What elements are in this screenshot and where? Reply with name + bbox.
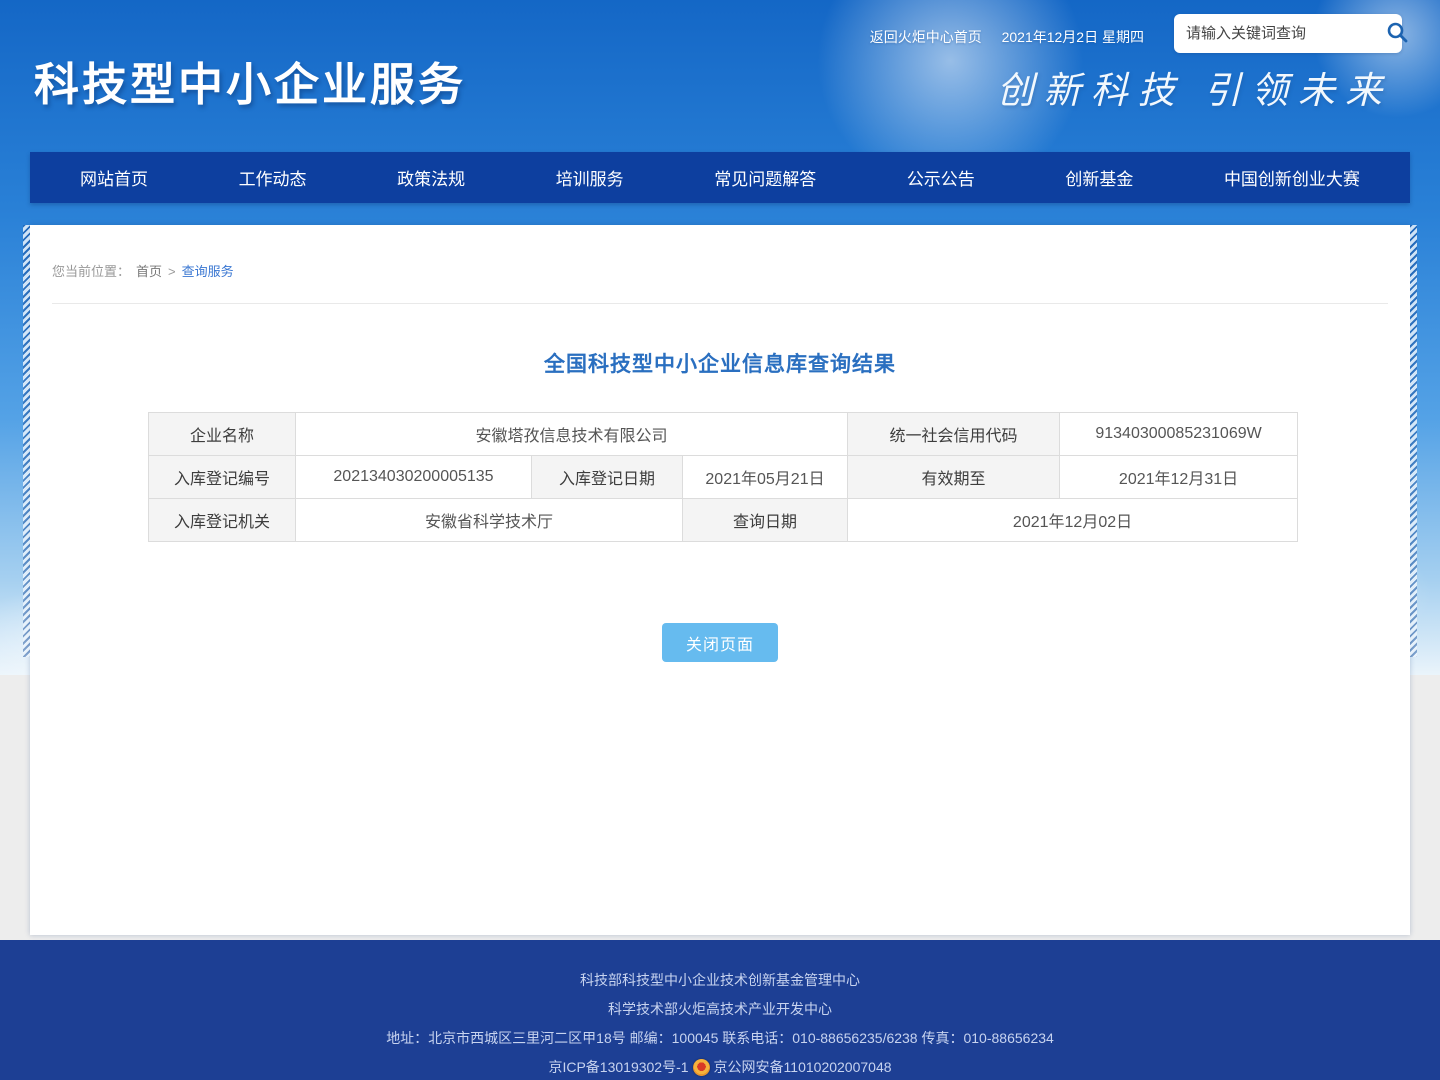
table-row: 入库登记编号 202134030200005135 入库登记日期 2021年05… bbox=[149, 456, 1298, 499]
nav-item-policies[interactable]: 政策法规 bbox=[387, 165, 475, 190]
credit-code-label: 统一社会信用代码 bbox=[848, 413, 1060, 456]
result-table: 企业名称 安徽塔孜信息技术有限公司 统一社会信用代码 9134030008523… bbox=[148, 412, 1298, 542]
search-input[interactable] bbox=[1186, 25, 1385, 42]
company-name-value: 安徽塔孜信息技术有限公司 bbox=[296, 413, 848, 456]
footer-contact-line: 地址：北京市西城区三里河二区甲18号 邮编：100045 联系电话：010-88… bbox=[0, 1024, 1440, 1053]
table-row: 入库登记机关 安徽省科学技术厅 查询日期 2021年12月02日 bbox=[149, 499, 1298, 542]
police-badge-icon bbox=[693, 1059, 710, 1076]
registration-date-label: 入库登记日期 bbox=[532, 456, 683, 499]
registration-authority-label: 入库登记机关 bbox=[149, 499, 296, 542]
breadcrumb: 您当前位置： 首页 > 查询服务 bbox=[30, 225, 1410, 280]
footer-org-line-1: 科技部科技型中小企业技术创新基金管理中心 bbox=[0, 966, 1440, 995]
site-footer: 科技部科技型中小企业技术创新基金管理中心 科学技术部火炬高技术产业开发中心 地址… bbox=[0, 940, 1440, 1080]
registration-number-value: 202134030200005135 bbox=[296, 456, 532, 499]
close-page-button[interactable]: 关闭页面 bbox=[662, 623, 778, 662]
company-name-label: 企业名称 bbox=[149, 413, 296, 456]
search-icon bbox=[1385, 20, 1409, 47]
nav-item-faq[interactable]: 常见问题解答 bbox=[704, 165, 826, 190]
header-top-links: 返回火炬中心首页 2021年12月2日 星期四 bbox=[870, 27, 1144, 47]
registration-date-value: 2021年05月21日 bbox=[683, 456, 848, 499]
registration-authority-value: 安徽省科学技术厅 bbox=[296, 499, 683, 542]
button-row: 关闭页面 bbox=[30, 623, 1410, 662]
breadcrumb-home-link[interactable]: 首页 bbox=[136, 264, 162, 279]
nav-item-innovation-fund[interactable]: 创新基金 bbox=[1055, 165, 1143, 190]
nav-item-home[interactable]: 网站首页 bbox=[70, 165, 158, 190]
nav-item-work-news[interactable]: 工作动态 bbox=[229, 165, 317, 190]
nav-item-training[interactable]: 培训服务 bbox=[546, 165, 634, 190]
footer-org-line-2: 科学技术部火炬高技术产业开发中心 bbox=[0, 995, 1440, 1024]
footer-record-line: 京ICP备13019302号-1 京公网安备11010202007048 bbox=[0, 1053, 1440, 1080]
breadcrumb-divider bbox=[52, 303, 1388, 304]
query-date-label: 查询日期 bbox=[683, 499, 848, 542]
breadcrumb-separator: > bbox=[168, 264, 176, 279]
back-to-torch-center-link[interactable]: 返回火炬中心首页 bbox=[870, 29, 982, 45]
content-panel: 您当前位置： 首页 > 查询服务 全国科技型中小企业信息库查询结果 企业名称 安徽塔孜… bbox=[30, 225, 1410, 935]
nav-item-announcements[interactable]: 公示公告 bbox=[897, 165, 985, 190]
valid-until-value: 2021年12月31日 bbox=[1060, 456, 1298, 499]
valid-until-label: 有效期至 bbox=[848, 456, 1060, 499]
credit-code-value: 91340300085231069W bbox=[1060, 413, 1298, 456]
page-title: 全国科技型中小企业信息库查询结果 bbox=[30, 348, 1410, 378]
breadcrumb-current-link[interactable]: 查询服务 bbox=[182, 264, 234, 279]
registration-number-label: 入库登记编号 bbox=[149, 456, 296, 499]
nav-item-competition[interactable]: 中国创新创业大赛 bbox=[1214, 165, 1370, 190]
main-nav: 网站首页 工作动态 政策法规 培训服务 常见问题解答 公示公告 创新基金 中国创… bbox=[30, 152, 1410, 203]
search-button[interactable] bbox=[1385, 20, 1409, 47]
table-row: 企业名称 安徽塔孜信息技术有限公司 统一社会信用代码 9134030008523… bbox=[149, 413, 1298, 456]
query-date-value: 2021年12月02日 bbox=[848, 499, 1298, 542]
search-box[interactable] bbox=[1174, 14, 1402, 53]
header-slogan: 创新科技 引领未来 bbox=[997, 60, 1392, 114]
breadcrumb-prefix: 您当前位置： bbox=[52, 264, 130, 279]
icp-record-link[interactable]: 京ICP备13019302号-1 bbox=[548, 1053, 688, 1080]
header-date: 2021年12月2日 星期四 bbox=[1002, 29, 1144, 45]
police-record-link[interactable]: 京公网安备11010202007048 bbox=[714, 1053, 892, 1080]
site-logo: 科技型中小企业服务 bbox=[34, 48, 466, 113]
